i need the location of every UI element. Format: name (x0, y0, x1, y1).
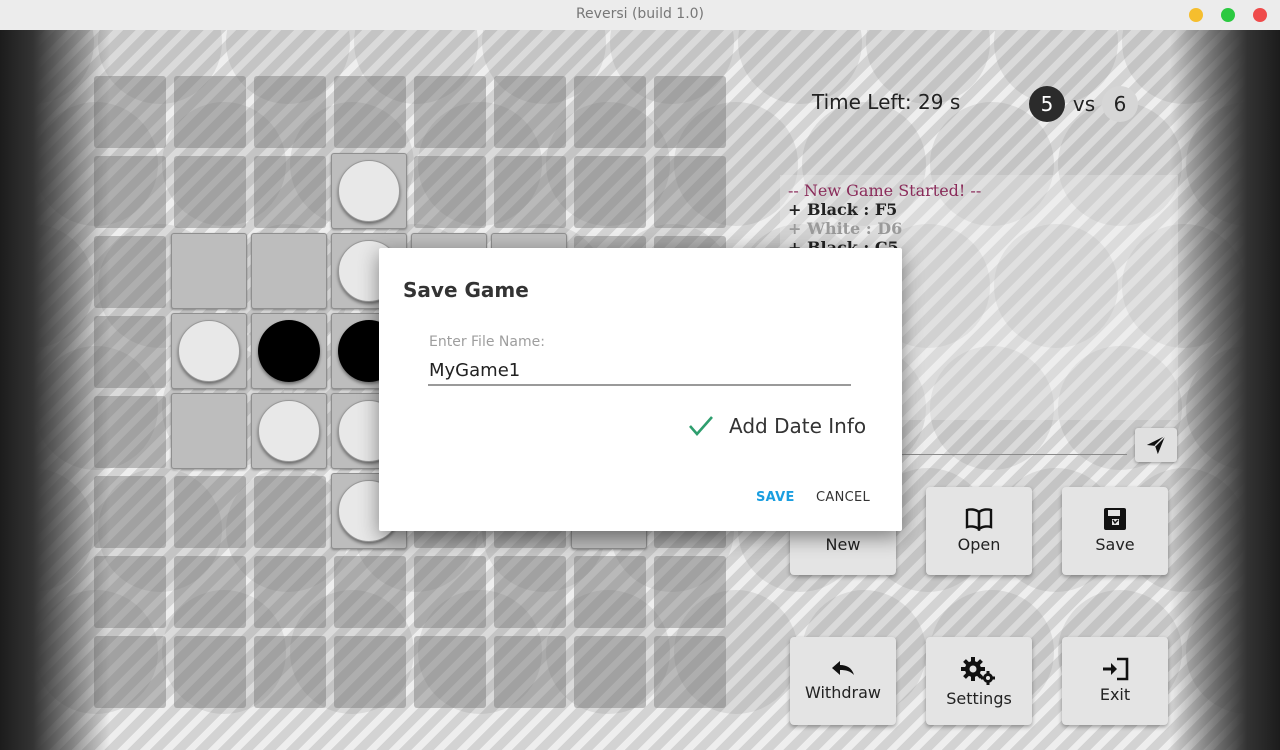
title-bar: Reversi (build 1.0) (0, 0, 1280, 31)
close-button[interactable] (1253, 8, 1267, 22)
dialog-save-button[interactable]: SAVE (756, 490, 795, 505)
add-date-info-checkbox[interactable]: Add Date Info (729, 414, 866, 438)
minimize-button[interactable] (1189, 8, 1203, 22)
dialog-cancel-button[interactable]: CANCEL (816, 490, 870, 505)
file-name-label: Enter File Name: (429, 334, 545, 350)
window-title: Reversi (build 1.0) (575, 6, 705, 22)
checkmark-icon[interactable] (687, 414, 715, 438)
file-name-input[interactable] (428, 356, 851, 386)
dialog-title: Save Game (403, 278, 529, 302)
save-game-dialog: Save Game Enter File Name: Add Date Info… (379, 248, 902, 531)
maximize-button[interactable] (1221, 8, 1235, 22)
